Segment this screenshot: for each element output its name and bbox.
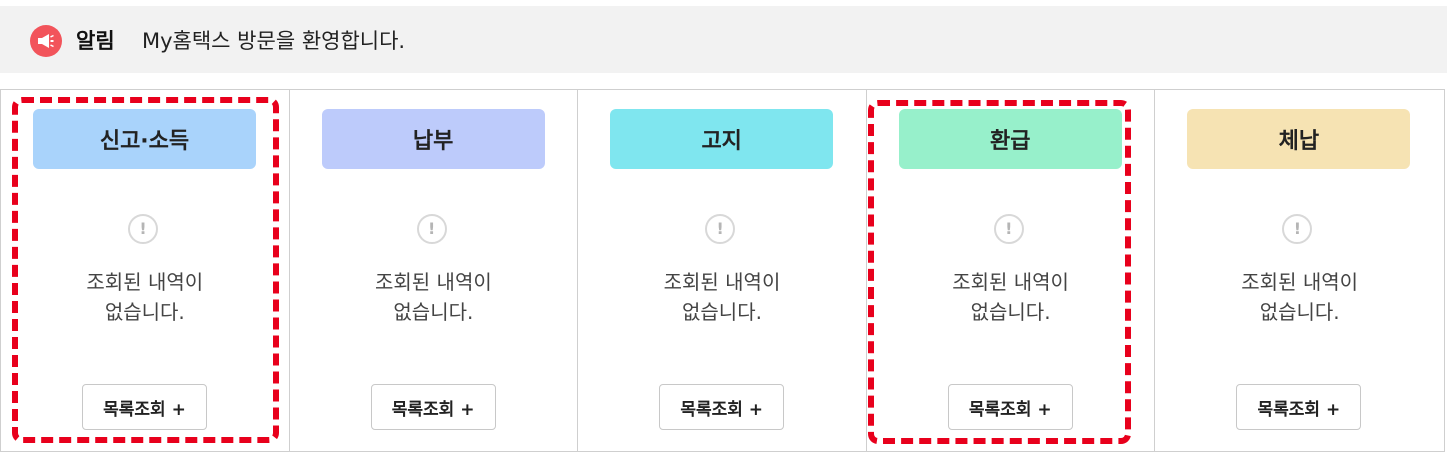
empty-message-line: 조회된 내역이 [375, 270, 492, 294]
empty-message-line: 조회된 내역이 [952, 270, 1069, 294]
panel-filing-income: 신고·소득 ! 조회된 내역이 없습니다. 목록조회 + [1, 90, 290, 451]
panel-delinquency: 체납 ! 조회된 내역이 없습니다. 목록조회 + [1155, 90, 1444, 451]
list-view-button[interactable]: 목록조회 + [659, 384, 785, 430]
empty-message-line: 없습니다. [1259, 300, 1340, 324]
panel-header: 환급 [898, 109, 1122, 169]
exclamation-icon: ! [416, 214, 447, 244]
exclamation-icon: ! [993, 214, 1024, 244]
panel-header: 고지 [610, 109, 834, 169]
exclamation-icon: ! [705, 214, 736, 244]
empty-message-line: 없습니다. [104, 300, 185, 324]
notice-label: 알림 [76, 29, 115, 53]
notice-message: My홈택스 방문을 환영합니다. [142, 29, 406, 53]
empty-message: 조회된 내역이 없습니다. [290, 267, 578, 327]
empty-message: 조회된 내역이 없습니다. [1, 267, 289, 327]
panel-notice: 고지 ! 조회된 내역이 없습니다. 목록조회 + [578, 90, 867, 451]
list-view-button[interactable]: 목록조회 + [947, 384, 1073, 430]
empty-message-line: 조회된 내역이 [86, 270, 204, 294]
exclamation-icon: ! [128, 214, 158, 244]
empty-message-line: 조회된 내역이 [663, 270, 781, 294]
empty-message: 조회된 내역이 없습니다. [578, 267, 866, 327]
notice-bar: 알림 My홈택스 방문을 환영합니다. [0, 6, 1447, 73]
empty-message: 조회된 내역이 없습니다. [1155, 267, 1444, 327]
list-view-button[interactable]: 목록조회 + [370, 384, 496, 430]
empty-message-line: 없습니다. [682, 300, 762, 324]
panel-header: 납부 [321, 109, 545, 169]
panel-refund: 환급 ! 조회된 내역이 없습니다. 목록조회 + [867, 90, 1156, 451]
empty-message: 조회된 내역이 없습니다. [867, 267, 1155, 327]
list-view-button[interactable]: 목록조회 + [1236, 384, 1362, 430]
empty-message-line: 조회된 내역이 [1241, 270, 1359, 294]
list-view-button[interactable]: 목록조회 + [82, 384, 207, 430]
exclamation-icon: ! [1282, 214, 1313, 244]
megaphone-icon [30, 25, 62, 57]
panel-payment: 납부 ! 조회된 내역이 없습니다. 목록조회 + [290, 90, 579, 451]
summary-panel-grid: 신고·소득 ! 조회된 내역이 없습니다. 목록조회 + 납부 ! 조회된 내역… [0, 89, 1445, 452]
panel-header: 체납 [1187, 109, 1411, 169]
panel-header: 신고·소득 [33, 109, 256, 169]
empty-message-line: 없습니다. [393, 300, 474, 324]
empty-message-line: 없습니다. [970, 300, 1051, 324]
